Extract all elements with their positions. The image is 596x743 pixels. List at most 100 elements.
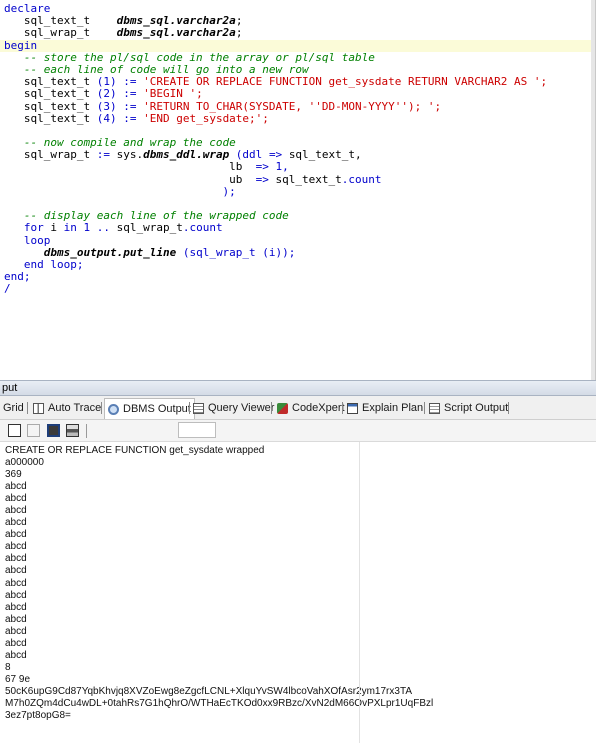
code-token: sql_text_t <box>4 75 97 89</box>
code-token: -- each line of code will go into a new … <box>4 62 309 76</box>
code-token: := <box>116 87 144 101</box>
code-token: ); <box>4 184 236 198</box>
code-token: sql_text_t <box>4 99 97 113</box>
code-token: => <box>268 148 289 162</box>
tab-grid[interactable]: Grid <box>3 400 24 416</box>
code-token: (1) <box>96 75 117 89</box>
output-line: 67 9e <box>5 673 31 685</box>
code-token: 'BEGIN '; <box>143 87 203 101</box>
code-token: := <box>116 111 144 125</box>
output-line: abcd <box>5 625 27 637</box>
code-token: for <box>4 221 51 235</box>
code-token: sys. <box>116 148 144 162</box>
tab-separator <box>271 402 272 414</box>
tab-separator <box>508 402 509 414</box>
code-token: sql_text_t <box>4 14 117 28</box>
sql-editor[interactable]: declare sql_text_t dbms_sql.varchar2a; s… <box>0 0 596 380</box>
output-panel-header[interactable]: put <box>0 380 596 396</box>
code-token: lb <box>4 160 256 174</box>
code-token: loop <box>4 233 51 247</box>
tab-separator <box>424 402 425 414</box>
output-line: abcd <box>5 481 27 493</box>
tab-label: DBMS Output <box>123 403 191 415</box>
code-token: 'CREATE OR REPLACE FUNCTION get_sysdate … <box>143 75 548 89</box>
script-output-icon <box>429 402 440 414</box>
output-line: abcd <box>5 553 27 565</box>
output-line: abcd <box>5 565 27 577</box>
code-line: sql_text_t (4) := 'END get_sysdate;'; <box>4 111 595 125</box>
output-line: abcd <box>5 529 27 541</box>
code-token: => 1, <box>255 160 289 174</box>
code-token: := <box>96 148 117 162</box>
tab-script-output[interactable]: Script Output <box>429 400 508 416</box>
code-token: / <box>4 282 11 296</box>
tab-auto-trace[interactable]: Auto Trace <box>33 400 101 416</box>
tab-codexpert[interactable]: CodeXpert <box>277 400 345 416</box>
output-text: CREATE OR REPLACE FUNCTION get_sysdate w… <box>5 445 433 722</box>
tab-label: Explain Plan <box>362 402 424 414</box>
save-icon[interactable] <box>47 424 60 437</box>
codexpert-icon <box>277 402 288 414</box>
code-token: .count <box>182 221 223 235</box>
disabled-doc-icon[interactable] <box>27 424 40 437</box>
output-column-rule <box>359 442 360 743</box>
code-token: sql_wrap_t <box>4 148 97 162</box>
output-line: abcd <box>5 649 27 661</box>
explain-plan-icon <box>347 402 358 414</box>
code-line: end; <box>4 270 595 284</box>
output-line: abcd <box>5 493 27 505</box>
code-token: end; <box>4 270 31 284</box>
code-token: (4) <box>96 111 117 125</box>
code-token: (3) <box>96 99 117 113</box>
tab-label: Query Viewer <box>208 402 275 414</box>
tab-label: CodeXpert <box>292 402 345 414</box>
code-line: ); <box>4 184 595 198</box>
code-token: dbms_sql.varchar2a <box>116 14 236 28</box>
code-token: (2) <box>96 87 117 101</box>
code-token: dbms_output.put_line <box>43 245 177 259</box>
tab-separator <box>189 402 190 414</box>
tab-query-viewer[interactable]: Query Viewer <box>193 400 274 416</box>
new-page-icon[interactable] <box>8 424 21 437</box>
dbms-output-icon <box>108 403 119 415</box>
output-line: a000000 <box>5 457 44 469</box>
output-line: abcd <box>5 589 27 601</box>
panel-title: put <box>2 382 18 394</box>
code-token: -- now compile and wrap the code <box>4 136 236 150</box>
code-token: ub <box>4 172 256 186</box>
tab-label: Script Output <box>444 402 509 414</box>
output-line: 3ez7pt8opG8= <box>5 710 71 722</box>
query-viewer-icon <box>193 402 204 414</box>
code-token: (ddl <box>229 148 269 162</box>
dbms-output-pane[interactable]: CREATE OR REPLACE FUNCTION get_sysdate w… <box>0 442 596 743</box>
tab-explain-plan[interactable]: Explain Plan <box>347 400 423 416</box>
code-token: sql_text_t <box>4 111 97 125</box>
output-line: abcd <box>5 577 27 589</box>
code-token: i <box>50 221 64 235</box>
code-token: 'RETURN TO_CHAR(SYSDATE, ''DD-MON-YYYY''… <box>143 99 442 113</box>
code-token: sql_text_t, <box>288 148 362 162</box>
code-token: declare <box>4 2 51 15</box>
tab-separator <box>342 402 343 414</box>
code-line: sql_wrap_t dbms_sql.varchar2a; <box>4 26 595 40</box>
code-token: -- display each line of the wrapped code <box>4 209 289 223</box>
output-line: abcd <box>5 505 27 517</box>
tab-separator <box>101 402 102 414</box>
code-token: 'END get_sysdate;'; <box>143 111 269 125</box>
tab-label: Grid <box>3 402 24 414</box>
print-icon[interactable] <box>66 424 79 437</box>
toolbar-input-field[interactable] <box>178 422 216 438</box>
output-line: 8 <box>5 661 11 673</box>
editor-scrollbar[interactable] <box>591 0 595 380</box>
code-line: end loop; <box>4 258 595 271</box>
output-line: abcd <box>5 613 27 625</box>
code-token: sql_wrap_t <box>4 26 117 40</box>
code-area[interactable]: declare sql_text_t dbms_sql.varchar2a; s… <box>0 2 595 296</box>
code-token: ; <box>235 14 243 28</box>
code-token: dbms_ddl.wrap <box>143 148 230 162</box>
code-token: sql_text_t <box>4 87 97 101</box>
code-token: begin <box>4 38 38 52</box>
tab-dbms-output[interactable]: DBMS Output <box>104 398 195 419</box>
output-line: abcd <box>5 541 27 553</box>
